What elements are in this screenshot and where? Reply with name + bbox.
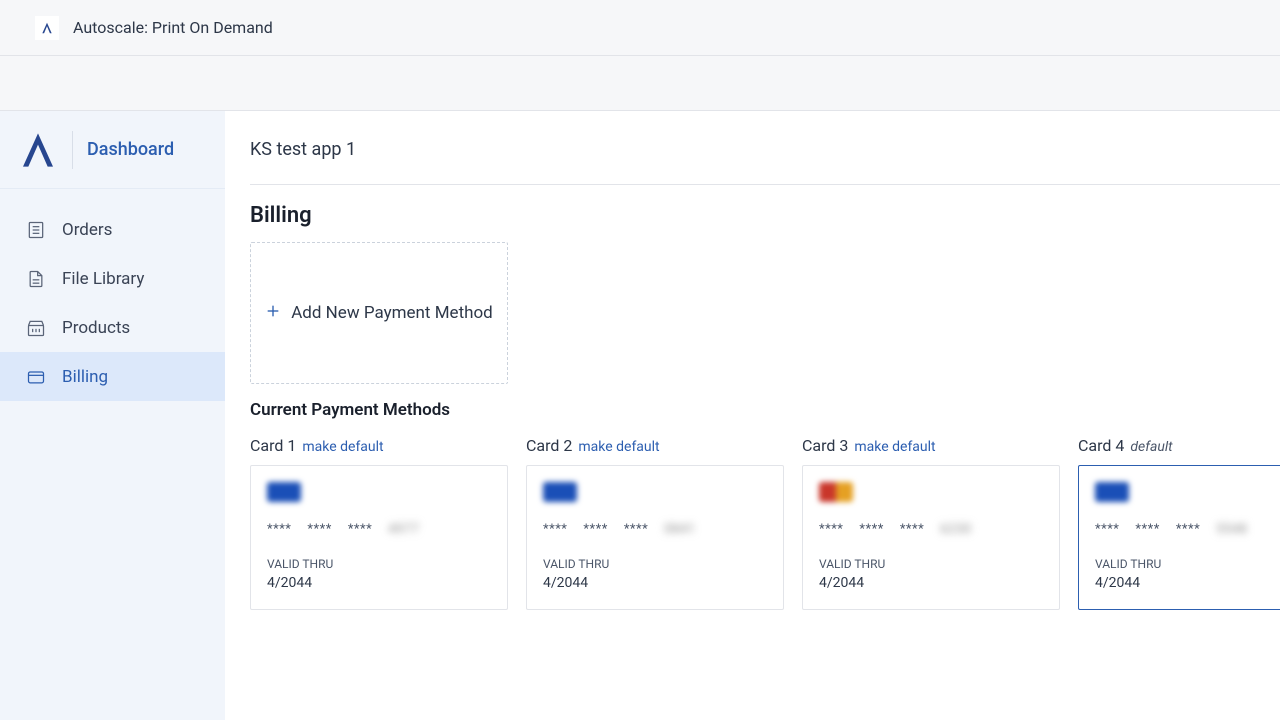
sidebar-item-label: Billing [62,367,108,387]
sidebar-item-orders[interactable]: Orders [0,205,225,254]
payment-card[interactable]: **** **** **** 0841 VALID THRU 4/2044 [526,465,784,610]
file-icon [26,269,46,289]
sidebar-item-label: Products [62,318,130,338]
products-icon [26,318,46,338]
payment-card-column: Card 3 make default **** **** **** 6230 … [802,436,1060,610]
topbar-title: Autoscale: Print On Demand [73,18,273,37]
cards-row: Card 1 make default **** **** **** 4977 … [250,436,1280,610]
valid-thru-date: 4/2044 [543,575,767,591]
sidebar-menu: Orders File Library [0,189,225,401]
page-title: KS test app 1 [250,139,1280,185]
card-brand-icon [267,482,301,502]
content: KS test app 1 Billing Add New Payment Me… [225,111,1280,720]
sidebar-item-label: File Library [62,269,144,289]
sidebar-item-file-library[interactable]: File Library [0,254,225,303]
payment-card[interactable]: **** **** **** 4977 VALID THRU 4/2044 [250,465,508,610]
card-brand-icon [819,482,853,502]
card-number: **** **** **** 6230 [819,522,1043,537]
valid-thru-label: VALID THRU [267,557,491,571]
add-payment-method-button[interactable]: Add New Payment Method [250,242,508,384]
card-name: Card 3 [802,436,848,455]
valid-thru-date: 4/2044 [1095,575,1273,591]
topbar: Autoscale: Print On Demand [0,0,1280,56]
card-number: **** **** **** 4977 [267,522,491,537]
valid-thru-date: 4/2044 [267,575,491,591]
payment-card-column: Card 4 default **** **** **** 5548 VALID… [1078,436,1280,610]
valid-thru-label: VALID THRU [819,557,1043,571]
section-title-billing: Billing [250,203,1280,228]
make-default-link[interactable]: make default [578,439,659,455]
sidebar-item-products[interactable]: Products [0,303,225,352]
valid-thru-label: VALID THRU [543,557,767,571]
app-logo [18,126,58,174]
orders-icon [26,220,46,240]
sidebar-dashboard-link[interactable]: Dashboard [87,139,174,160]
card-brand-icon [1095,482,1129,502]
payment-card-column: Card 1 make default **** **** **** 4977 … [250,436,508,610]
valid-thru-date: 4/2044 [819,575,1043,591]
billing-icon [26,367,46,387]
card-name: Card 1 [250,436,296,455]
card-number: **** **** **** 0841 [543,522,767,537]
card-number: **** **** **** 5548 [1095,522,1273,537]
card-name: Card 4 [1078,436,1124,455]
card-brand-icon [543,482,577,502]
payment-card-column: Card 2 make default **** **** **** 0841 … [526,436,784,610]
payment-card[interactable]: **** **** **** 5548 VALID THRU 4/2044 [1078,465,1280,610]
add-payment-label: Add New Payment Method [291,303,493,323]
current-methods-title: Current Payment Methods [250,400,1280,420]
make-default-link[interactable]: make default [854,439,935,455]
sidebar-item-billing[interactable]: Billing [0,352,225,401]
make-default-link[interactable]: make default [302,439,383,455]
app-logo-small [35,16,59,40]
sidebar: Dashboard Orders [0,111,225,720]
sidebar-header: Dashboard [0,111,225,189]
sidebar-item-label: Orders [62,220,112,240]
default-badge: default [1130,439,1172,455]
subheader [0,56,1280,111]
card-name: Card 2 [526,436,572,455]
sidebar-divider [72,131,73,169]
payment-card[interactable]: **** **** **** 6230 VALID THRU 4/2044 [802,465,1060,610]
plus-icon [265,303,281,323]
valid-thru-label: VALID THRU [1095,557,1273,571]
